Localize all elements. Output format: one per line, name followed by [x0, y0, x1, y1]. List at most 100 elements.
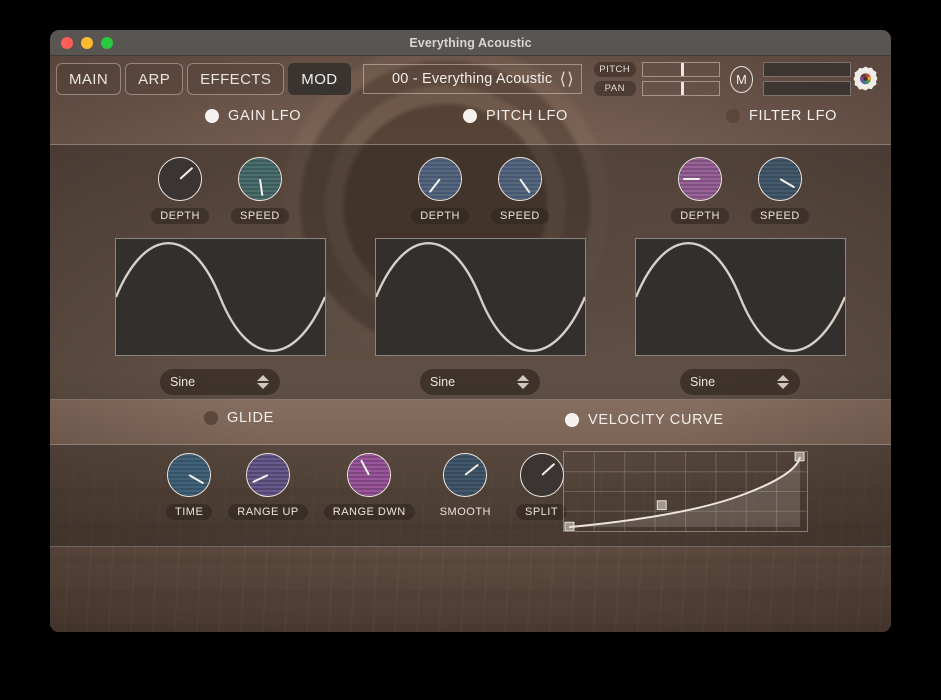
velocity-curve-editor[interactable]	[563, 451, 808, 532]
filter-lfo-toggle[interactable]	[726, 109, 740, 123]
pan-slider-thumb[interactable]	[680, 82, 684, 95]
plugin-window: Everything Acoustic MAIN ARP EFFECTS MOD…	[50, 30, 891, 632]
level-meters	[763, 62, 851, 96]
filter-depth-knob-group: DEPTH	[671, 157, 729, 224]
gain-lfo-shape-value: Sine	[170, 375, 196, 389]
glide-time-label: TIME	[166, 504, 213, 520]
gain-lfo-shape-select[interactable]: Sine	[160, 369, 280, 395]
velocity-handle-end	[794, 452, 805, 462]
glide-smooth-label: SMOOTH	[439, 506, 491, 518]
pitch-speed-label: SPEED	[490, 208, 549, 224]
glide-section-headers: GLIDE VELOCITY CURVE	[50, 400, 891, 444]
glide-split-knob-group: SPLIT	[515, 453, 568, 520]
chevron-updown-icon[interactable]	[257, 375, 269, 389]
tab-mod[interactable]: MOD	[288, 63, 351, 95]
pitch-pan-group: PITCH PAN	[593, 62, 720, 96]
gain-depth-knob[interactable]	[158, 157, 203, 201]
preset-name: 00 - Everything Acoustic	[391, 71, 553, 87]
filter-lfo-column: DEPTH SPEED Sine	[610, 145, 870, 395]
tab-arp[interactable]: ARP	[125, 63, 184, 95]
pitch-lfo-column: DEPTH SPEED Sine	[350, 145, 610, 395]
filter-depth-label: DEPTH	[671, 208, 729, 224]
pitch-lfo-toggle[interactable]	[463, 109, 477, 123]
chevron-updown-icon[interactable]	[517, 375, 529, 389]
filter-speed-knob[interactable]	[757, 157, 802, 201]
velocity-curve-toggle[interactable]	[565, 413, 579, 427]
pan-row: PAN	[593, 81, 720, 96]
filter-speed-label: SPEED	[750, 208, 809, 224]
glide-panel: TIME RANGE UP RANGE DWN SMOOTH SPLIT	[50, 444, 891, 547]
tab-main[interactable]: MAIN	[56, 63, 122, 95]
title-bar: Everything Acoustic	[50, 30, 891, 56]
tab-effects-label: EFFECTS	[200, 70, 272, 88]
gain-lfo-label: GAIN LFO	[228, 108, 302, 124]
velocity-curve-header: VELOCITY CURVE	[565, 412, 724, 428]
pitch-depth-knob[interactable]	[418, 157, 463, 201]
glide-time-knob[interactable]	[167, 453, 212, 497]
glide-range-dwn-knob-group: RANGE DWN	[323, 453, 415, 520]
glide-range-dwn-knob[interactable]	[347, 453, 392, 497]
glide-toggle[interactable]	[204, 411, 218, 425]
pitch-lfo-knobs: DEPTH SPEED	[350, 157, 610, 224]
lfo-section-headers: GAIN LFO PITCH LFO FILTER LFO	[50, 102, 891, 144]
glide-range-up-knob[interactable]	[246, 453, 291, 497]
midi-button-label: M	[735, 71, 747, 87]
chevron-right-icon[interactable]: ⟩	[567, 71, 574, 88]
velocity-curve-label: VELOCITY CURVE	[588, 412, 724, 428]
gain-speed-label: SPEED	[230, 208, 289, 224]
pitch-lfo-label: PITCH LFO	[486, 108, 569, 124]
pitch-label: PITCH	[593, 62, 636, 77]
filter-lfo-knobs: DEPTH SPEED	[610, 157, 870, 224]
plugin-header: MAIN ARP EFFECTS MOD 00 - Everything Aco…	[50, 56, 891, 102]
pitch-lfo-shape-select[interactable]: Sine	[420, 369, 540, 395]
glide-time-knob-group: TIME	[166, 453, 213, 520]
glide-smooth-knob[interactable]	[443, 453, 488, 497]
gain-lfo-toggle[interactable]	[205, 109, 219, 123]
glide-range-dwn-label: RANGE DWN	[323, 504, 415, 520]
tab-main-label: MAIN	[69, 70, 109, 88]
filter-lfo-waveform-display[interactable]	[634, 238, 846, 356]
preset-nav-arrows: ⟨ ⟩	[560, 71, 574, 88]
pitch-depth-label: DEPTH	[411, 208, 469, 224]
tab-arp-label: ARP	[138, 70, 171, 88]
chevron-updown-icon[interactable]	[777, 375, 789, 389]
glide-split-label: SPLIT	[515, 504, 568, 520]
pitch-slider[interactable]	[641, 62, 720, 77]
pitch-speed-knob[interactable]	[497, 157, 542, 201]
pan-label: PAN	[593, 81, 636, 96]
filter-lfo-label: FILTER LFO	[749, 108, 838, 124]
glide-split-knob[interactable]	[519, 453, 564, 497]
filter-lfo-shape-select[interactable]: Sine	[680, 369, 800, 395]
gain-speed-knob[interactable]	[237, 157, 282, 201]
preset-selector[interactable]: 00 - Everything Acoustic ⟨ ⟩	[362, 64, 582, 94]
lfo-panel: DEPTH SPEED Sine DEPTH SPEED Sine DEPTH …	[50, 144, 891, 400]
filter-lfo-shape-value: Sine	[690, 375, 716, 389]
meter-bottom	[763, 81, 851, 96]
gear-icon[interactable]	[851, 65, 880, 94]
pitch-lfo-shape-value: Sine	[430, 375, 456, 389]
midi-learn-button[interactable]: M	[729, 65, 753, 93]
glide-header: GLIDE	[204, 410, 274, 426]
pitch-lfo-waveform-display[interactable]	[374, 238, 586, 356]
gain-speed-knob-group: SPEED	[230, 157, 289, 224]
tab-bar: MAIN ARP EFFECTS MOD	[56, 63, 351, 95]
pitch-row: PITCH	[593, 62, 720, 77]
filter-depth-knob[interactable]	[678, 157, 723, 201]
gain-lfo-column: DEPTH SPEED Sine	[90, 145, 350, 395]
gain-lfo-waveform-display[interactable]	[114, 238, 326, 356]
chevron-left-icon[interactable]: ⟨	[560, 71, 567, 88]
tab-effects[interactable]: EFFECTS	[187, 63, 285, 95]
plugin-body: MAIN ARP EFFECTS MOD 00 - Everything Aco…	[50, 56, 891, 632]
glide-range-up-knob-group: RANGE UP	[228, 453, 308, 520]
pitch-depth-knob-group: DEPTH	[411, 157, 469, 224]
gain-lfo-knobs: DEPTH SPEED	[90, 157, 350, 224]
pitch-lfo-header: PITCH LFO	[463, 108, 568, 124]
gain-depth-label: DEPTH	[151, 208, 209, 224]
pitch-slider-thumb[interactable]	[680, 63, 684, 76]
velocity-curve-fill	[568, 456, 801, 528]
filter-speed-knob-group: SPEED	[750, 157, 809, 224]
gain-lfo-header: GAIN LFO	[205, 108, 301, 124]
glide-range-up-label: RANGE UP	[228, 504, 308, 520]
pan-slider[interactable]	[641, 81, 720, 96]
glide-smooth-knob-group: SMOOTH	[431, 453, 500, 520]
